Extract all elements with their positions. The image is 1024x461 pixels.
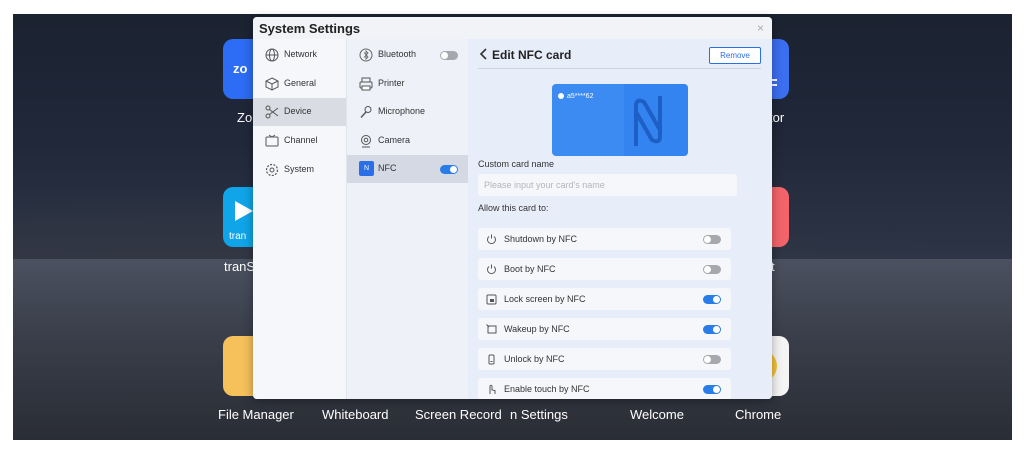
nav-item-network[interactable]: Network xyxy=(253,41,346,69)
power-icon xyxy=(487,234,496,245)
dock-label-welcome[interactable]: Welcome xyxy=(630,407,684,422)
close-icon[interactable]: × xyxy=(757,21,764,35)
enable-touch-toggle[interactable] xyxy=(703,385,721,394)
device-label-nfc: NFC xyxy=(378,163,397,173)
dock-label-screen-record[interactable]: Screen Record xyxy=(415,407,502,422)
power-icon xyxy=(487,264,496,275)
unlock-toggle[interactable] xyxy=(703,355,721,364)
printer-icon xyxy=(359,77,373,91)
permission-row-unlock: Unlock by NFC xyxy=(478,348,731,370)
dock-label-chrome[interactable]: Chrome xyxy=(735,407,781,422)
edit-nfc-card-panel: Edit NFC card Remove a5****62 Custom car… xyxy=(468,39,772,399)
permission-label-boot: Boot by NFC xyxy=(504,264,556,274)
wakeup-toggle[interactable] xyxy=(703,325,721,334)
bluetooth-toggle[interactable] xyxy=(440,51,458,60)
permission-label-shutdown: Shutdown by NFC xyxy=(504,234,578,244)
custom-name-label: Custom card name xyxy=(478,159,555,169)
permission-label-unlock: Unlock by NFC xyxy=(504,354,565,364)
device-item-printer[interactable]: Printer xyxy=(347,70,469,98)
cube-icon xyxy=(265,77,279,91)
device-label-bluetooth: Bluetooth xyxy=(378,49,417,59)
nav-item-general[interactable]: General xyxy=(253,70,346,98)
permission-label-lock-screen: Lock screen by NFC xyxy=(504,294,586,304)
globe-icon xyxy=(265,48,279,62)
lock-screen-toggle[interactable] xyxy=(703,295,721,304)
permission-label-wakeup: Wakeup by NFC xyxy=(504,324,570,334)
bluetooth-icon xyxy=(359,48,373,62)
boot-toggle[interactable] xyxy=(703,265,721,274)
permission-row-lock-screen: Lock screen by NFC xyxy=(478,288,731,310)
gear-icon xyxy=(265,163,279,177)
wakeup-icon xyxy=(486,324,497,334)
back-chevron-icon[interactable] xyxy=(478,48,490,60)
dock-label-whiteboard[interactable]: Whiteboard xyxy=(322,407,388,422)
card-name-input[interactable] xyxy=(478,174,737,196)
nav-label-system: System xyxy=(284,164,315,174)
device-item-bluetooth[interactable]: Bluetooth xyxy=(347,41,469,69)
microphone-icon xyxy=(360,106,372,118)
settings-category-sidebar: Network General Device Channel System xyxy=(253,39,346,399)
permission-row-wakeup: Wakeup by NFC xyxy=(478,318,731,340)
device-label-microphone: Microphone xyxy=(378,106,426,116)
device-item-camera[interactable]: Camera xyxy=(347,127,469,155)
scissors-icon xyxy=(265,105,279,119)
dock-label-settings[interactable]: n Settings xyxy=(510,407,568,422)
device-item-microphone[interactable]: Microphone xyxy=(347,98,469,126)
header-divider xyxy=(478,68,761,69)
window-titlebar: System Settings × xyxy=(253,17,772,39)
nav-label-network: Network xyxy=(284,49,318,59)
channel-icon xyxy=(265,134,279,147)
system-settings-window: System Settings × Network General Device… xyxy=(253,17,772,399)
allow-label: Allow this card to: xyxy=(478,203,549,213)
unlock-icon xyxy=(488,354,495,365)
remove-button[interactable]: Remove xyxy=(709,47,761,64)
app-label-transcreen: tranS xyxy=(224,259,256,274)
window-title: System Settings xyxy=(259,21,361,36)
nfc-icon: N xyxy=(359,161,374,176)
nav-label-device: Device xyxy=(284,106,312,116)
nfc-logo-icon xyxy=(624,84,688,156)
shutdown-toggle[interactable] xyxy=(703,235,721,244)
nfc-card-preview: a5****62 xyxy=(552,84,688,156)
lock-screen-icon xyxy=(486,294,497,305)
device-label-camera: Camera xyxy=(378,135,411,145)
nav-item-device[interactable]: Device xyxy=(253,98,346,126)
permission-row-enable-touch: Enable touch by NFC xyxy=(478,378,731,399)
nav-label-channel: Channel xyxy=(284,135,318,145)
permission-row-boot: Boot by NFC xyxy=(478,258,731,280)
permission-row-shutdown: Shutdown by NFC xyxy=(478,228,731,250)
permission-label-enable-touch: Enable touch by NFC xyxy=(504,384,590,394)
page-title: Edit NFC card xyxy=(492,48,572,62)
touch-icon xyxy=(489,384,496,394)
dock-label-file-manager[interactable]: File Manager xyxy=(218,407,294,422)
device-label-printer: Printer xyxy=(378,78,405,88)
device-list-panel: Bluetooth Printer Microphone Camera N NF… xyxy=(346,39,469,399)
nav-item-channel[interactable]: Channel xyxy=(253,127,346,155)
app-label-zoom: Zo xyxy=(237,110,253,125)
nav-item-system[interactable]: System xyxy=(253,156,346,184)
nfc-toggle[interactable] xyxy=(440,165,458,174)
nav-label-general: General xyxy=(284,78,317,88)
camera-icon xyxy=(361,135,371,148)
svg-text:tran: tran xyxy=(229,231,246,242)
device-item-nfc[interactable]: N NFC xyxy=(347,155,469,183)
